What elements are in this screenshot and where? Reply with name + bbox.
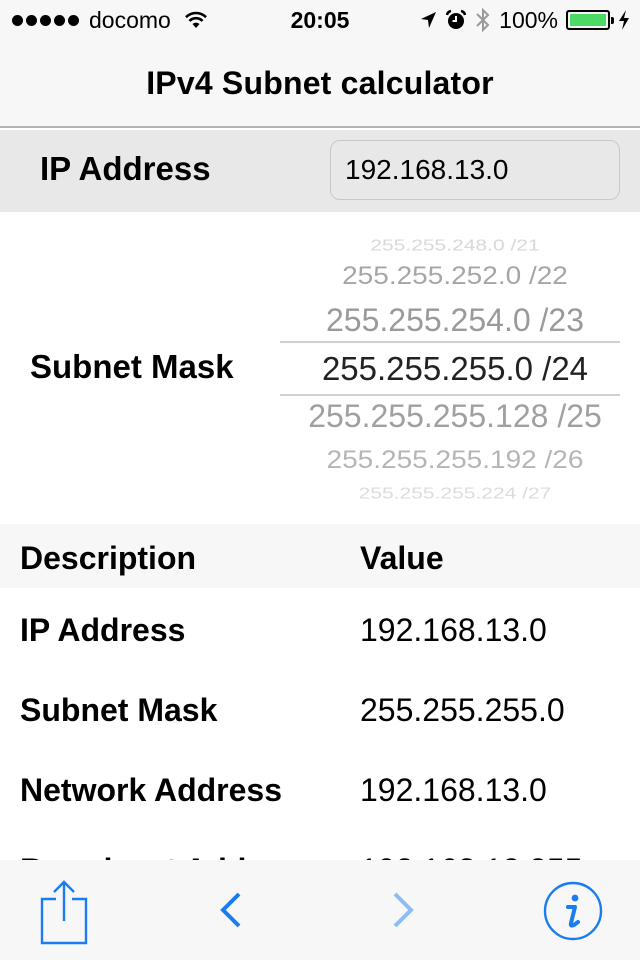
picker-option[interactable]: 255.255.252.0 /22 [270, 262, 640, 291]
ip-address-input[interactable] [330, 140, 620, 200]
table-row: Broadcast Address 192.168.13.255 [0, 828, 640, 860]
bluetooth-icon [476, 7, 490, 33]
back-button[interactable] [204, 882, 260, 938]
info-icon [543, 881, 603, 941]
status-bar-right: 100% [419, 0, 630, 40]
subnet-mask-section: Subnet Mask 255.255.248.0 /21 255.255.25… [0, 212, 640, 524]
info-button[interactable] [538, 876, 608, 946]
row-description: IP Address [20, 612, 186, 648]
column-header-description: Description [20, 540, 197, 576]
results-table-header: Description Value [0, 524, 640, 588]
row-value: 192.168.13.0 [360, 612, 547, 648]
chevron-left-icon [220, 892, 241, 928]
picker-option[interactable]: 255.255.255.224 /27 [270, 485, 640, 503]
row-value: 192.168.13.0 [360, 772, 547, 808]
row-description: Network Address [20, 772, 282, 808]
wifi-icon [184, 11, 207, 28]
battery-icon [566, 10, 614, 30]
subnet-mask-label: Subnet Mask [30, 348, 234, 385]
share-button[interactable] [36, 872, 92, 952]
share-icon [40, 880, 88, 945]
battery-percent: 100% [499, 6, 558, 33]
subnet-mask-picker[interactable]: 255.255.248.0 /21 255.255.252.0 /22 255.… [270, 212, 640, 524]
row-value: 192.168.13.255 [360, 852, 582, 860]
ip-address-row: IP Address [0, 130, 640, 212]
alarm-clock-icon [445, 9, 467, 29]
picker-option[interactable]: 255.255.254.0 /23 [270, 302, 640, 339]
picker-option[interactable]: 255.255.255.192 /26 [270, 446, 640, 475]
column-header-value: Value [360, 540, 444, 576]
status-bar-left: docomo [12, 0, 209, 40]
battery-level [570, 14, 606, 26]
location-arrow-icon [421, 12, 437, 28]
chevron-right-icon [393, 892, 414, 928]
picker-option-selected[interactable]: 255.255.255.0 /24 [270, 350, 640, 388]
ip-address-label: IP Address [40, 150, 211, 187]
forward-button[interactable] [374, 882, 430, 938]
table-row: IP Address 192.168.13.0 [0, 588, 640, 668]
status-bar: docomo 20:05 100% [0, 0, 640, 40]
row-value: 255.255.255.0 [360, 692, 565, 728]
picker-option[interactable]: 255.255.248.0 /21 [270, 237, 640, 255]
picker-selection-line-top [280, 341, 620, 343]
picker-selection-line-bottom [280, 394, 620, 396]
table-row: Subnet Mask 255.255.255.0 [0, 668, 640, 748]
navigation-bar: IPv4 Subnet calculator [0, 40, 640, 128]
signal-dots-icon [12, 14, 79, 26]
page-title: IPv4 Subnet calculator [146, 64, 494, 101]
picker-option[interactable]: 255.255.255.128 /25 [270, 398, 640, 435]
bottom-toolbar [0, 860, 640, 960]
row-description: Broadcast Address [20, 852, 312, 860]
results-table[interactable]: IP Address 192.168.13.0 Subnet Mask 255.… [0, 588, 640, 860]
row-description: Subnet Mask [20, 692, 218, 728]
charging-bolt-icon [619, 10, 629, 30]
carrier-name: docomo [89, 6, 171, 33]
table-row: Network Address 192.168.13.0 [0, 748, 640, 828]
